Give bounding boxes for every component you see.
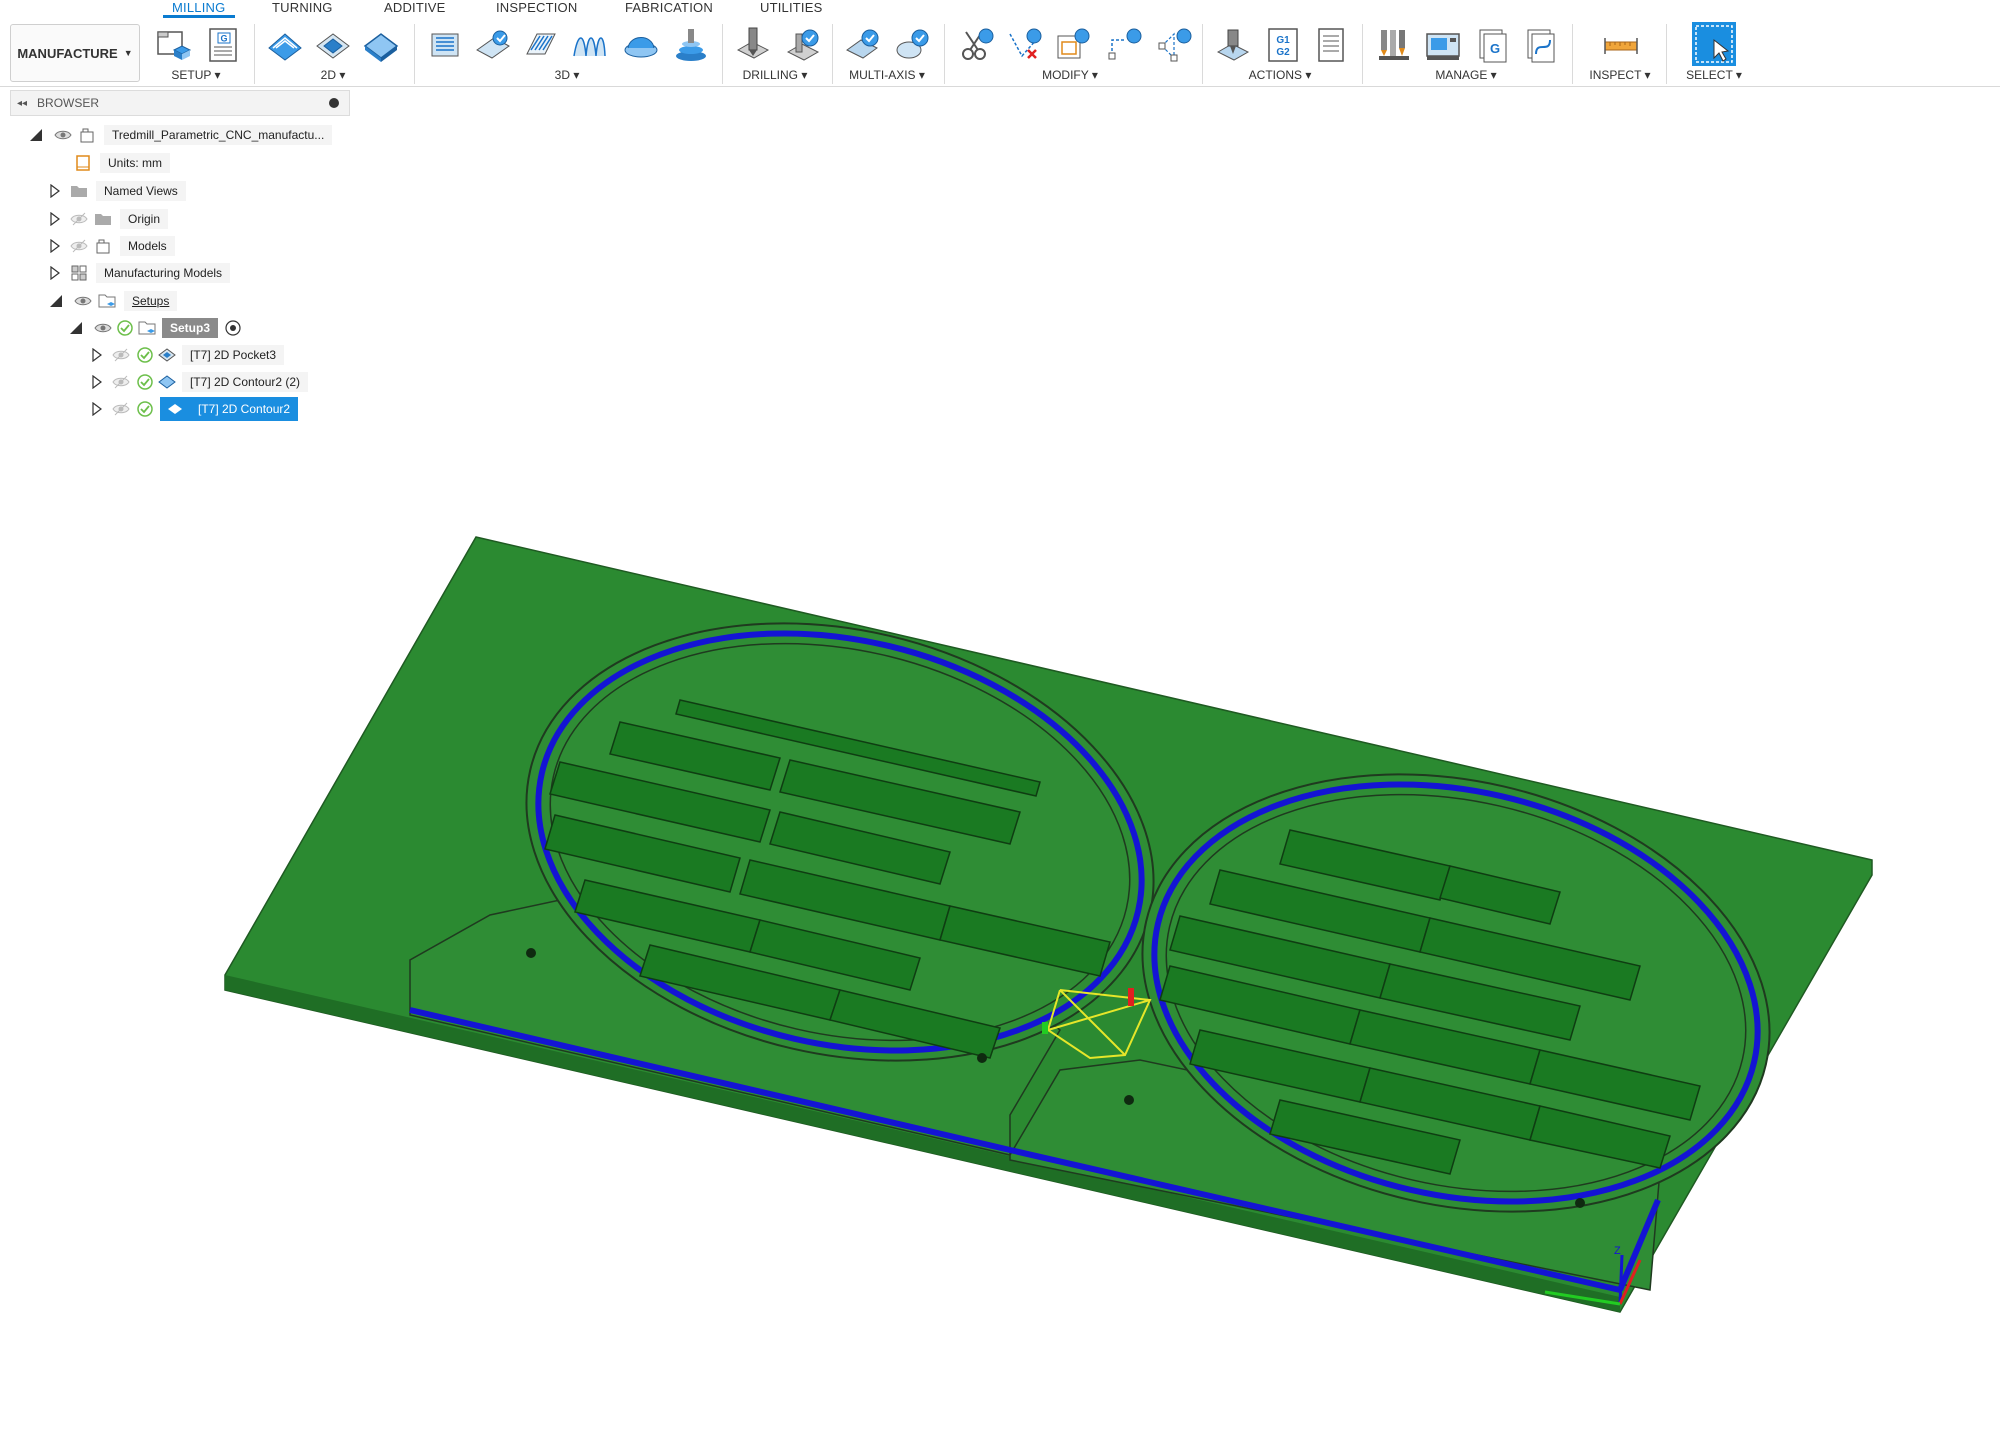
3d-parallel-icon[interactable] <box>522 26 560 64</box>
tool-end-marker <box>1042 1022 1048 1034</box>
ribbon-tabs: MILLING TURNING ADDITIVE INSPECTION FABR… <box>0 0 2000 18</box>
tab-inspection[interactable]: INSPECTION <box>496 0 577 15</box>
group-label-setup[interactable]: SETUP ▾ <box>171 68 220 82</box>
caret-down-icon: ▼ <box>123 48 133 58</box>
drill-icon[interactable] <box>734 26 772 64</box>
3d-pocket-icon[interactable] <box>474 26 512 64</box>
delete-toolpath-icon[interactable] <box>1006 26 1044 64</box>
edit-toolpath-icon[interactable] <box>1054 26 1092 64</box>
tool-library-icon[interactable] <box>1376 26 1414 64</box>
3d-viewport[interactable]: Z <box>0 86 2000 1431</box>
hole-recognition-icon[interactable] <box>784 26 822 64</box>
scissors-icon[interactable] <box>958 26 996 64</box>
viewport-canvas[interactable]: Z <box>0 86 2000 1431</box>
group-divider <box>1666 24 1667 84</box>
select-tool-icon[interactable] <box>1692 22 1736 66</box>
2d-adaptive-icon[interactable] <box>266 26 304 64</box>
tab-milling[interactable]: MILLING <box>172 0 225 15</box>
template-library-icon[interactable] <box>1522 26 1560 64</box>
workspace-switcher[interactable]: MANUFACTURE ▼ <box>10 24 140 82</box>
2d-pocket-icon[interactable] <box>314 26 352 64</box>
machine-library-icon[interactable] <box>1424 26 1462 64</box>
group-label-2d[interactable]: 2D ▾ <box>321 68 346 82</box>
3d-contour-icon[interactable] <box>570 26 608 64</box>
2d-contour-icon[interactable] <box>362 26 400 64</box>
tool-start-marker <box>1128 988 1134 1006</box>
pattern-toolpath-icon[interactable] <box>1156 26 1194 64</box>
measure-icon[interactable] <box>1602 26 1640 64</box>
tab-additive[interactable]: ADDITIVE <box>384 0 446 15</box>
3d-scallop-icon[interactable] <box>622 26 660 64</box>
group-label-select[interactable]: SELECT ▾ <box>1686 68 1742 82</box>
new-setup-icon[interactable] <box>154 26 192 64</box>
multi-axis-contour-icon[interactable] <box>844 26 882 64</box>
group-label-manage[interactable]: MANAGE ▾ <box>1435 68 1496 82</box>
setup-sheet-icon[interactable] <box>1312 26 1350 64</box>
tab-fabrication[interactable]: FABRICATION <box>625 0 713 15</box>
post-process-icon[interactable]: G1 G2 <box>1264 26 1302 64</box>
group-divider <box>832 24 833 84</box>
ribbon-toolbar: MANUFACTURE ▼ G SETUP ▾ 2D ▾ 3D ▾ DRILLI… <box>0 18 2000 87</box>
group-label-drilling[interactable]: DRILLING ▾ <box>743 68 808 82</box>
group-divider <box>414 24 415 84</box>
group-divider <box>254 24 255 84</box>
group-label-actions[interactable]: ACTIONS ▾ <box>1249 68 1312 82</box>
group-divider <box>722 24 723 84</box>
tab-turning[interactable]: TURNING <box>272 0 333 15</box>
workspace-label: MANUFACTURE <box>17 45 118 61</box>
post-library-icon[interactable]: G <box>1474 26 1512 64</box>
group-divider <box>1362 24 1363 84</box>
simulate-icon[interactable] <box>1214 26 1252 64</box>
group-label-multi-axis[interactable]: MULTI-AXIS ▾ <box>849 68 925 82</box>
nc-program-icon[interactable]: G <box>204 26 242 64</box>
wcs-z-label: Z <box>1614 1245 1621 1257</box>
group-divider <box>944 24 945 84</box>
group-label-inspect[interactable]: INSPECT ▾ <box>1589 68 1650 82</box>
tab-utilities[interactable]: UTILITIES <box>760 0 822 15</box>
group-label-3d[interactable]: 3D ▾ <box>555 68 580 82</box>
svg-text:G1: G1 <box>1276 35 1290 46</box>
g-letter: G <box>220 34 227 44</box>
svg-text:G2: G2 <box>1276 47 1290 58</box>
3d-adaptive-icon[interactable] <box>426 26 464 64</box>
swarf-icon[interactable] <box>894 26 932 64</box>
g-letter: G <box>1490 41 1500 56</box>
group-divider <box>1572 24 1573 84</box>
group-divider <box>1202 24 1203 84</box>
group-label-modify[interactable]: MODIFY ▾ <box>1042 68 1098 82</box>
move-toolpath-icon[interactable] <box>1106 26 1144 64</box>
3d-horizontal-icon[interactable] <box>672 26 710 64</box>
